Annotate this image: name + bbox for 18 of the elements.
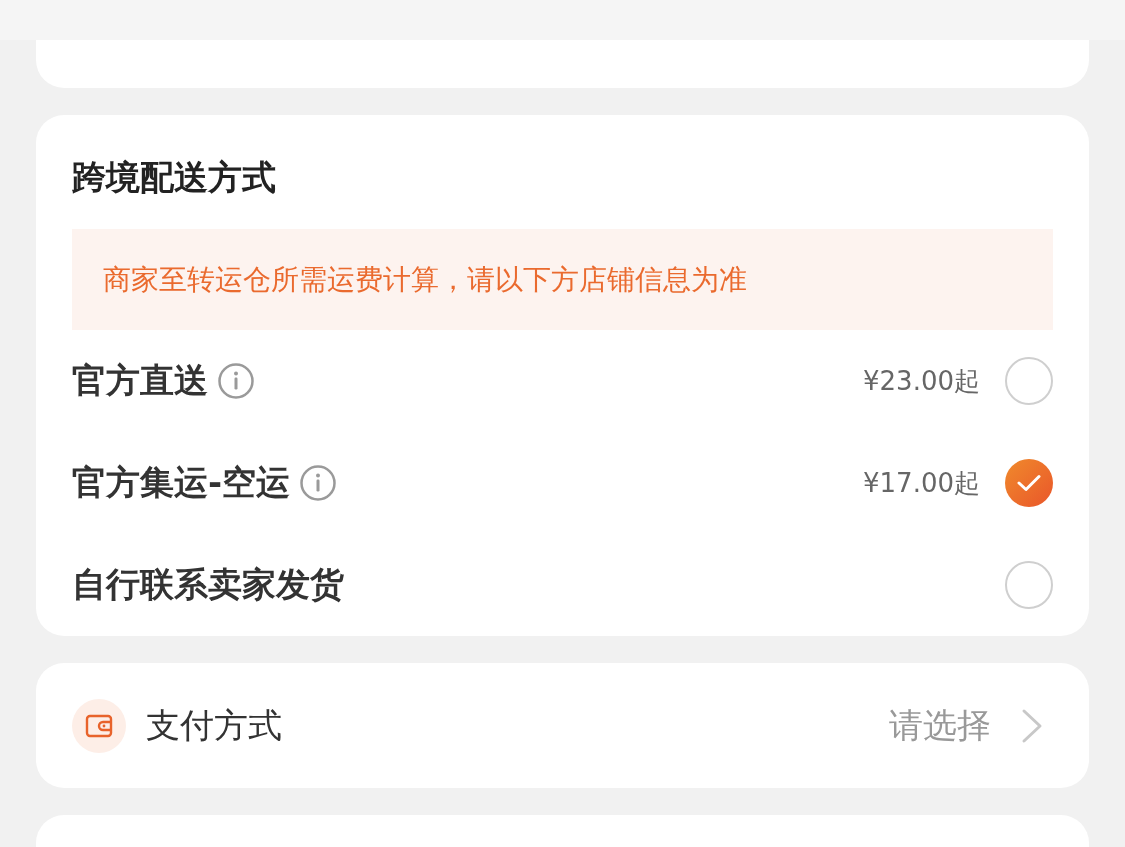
price-text: ¥17.00起 (863, 466, 980, 500)
check-icon (1017, 474, 1041, 492)
shipping-option-label: 官方集运-空运 (72, 461, 291, 504)
shipping-option-label: 自行联系卖家发货 (72, 563, 344, 606)
info-icon[interactable] (300, 465, 337, 501)
price-text: ¥23.00起 (863, 364, 980, 398)
payment-method-label: 支付方式 (146, 703, 282, 747)
radio-button[interactable] (1005, 459, 1053, 507)
radio-button[interactable] (1005, 561, 1053, 609)
payment-value: 请选择 (889, 703, 991, 747)
radio-button[interactable] (1005, 357, 1053, 405)
payment-card[interactable]: 支付方式 请选择 (36, 663, 1089, 788)
wallet-icon (72, 698, 126, 753)
shipping-option-label: 官方直送 (72, 359, 208, 402)
chevron-right-icon (1021, 707, 1043, 744)
notice-banner: 商家至转运仓所需运费计算，请以下方店铺信息为准 (72, 229, 1053, 330)
section-title: 跨境配送方式 (72, 156, 277, 199)
info-icon[interactable] (218, 363, 254, 399)
